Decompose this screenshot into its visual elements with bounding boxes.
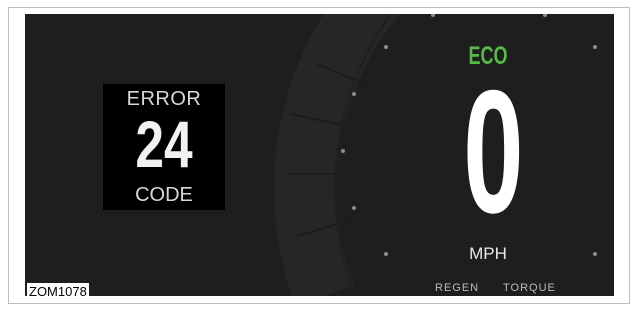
tick-dot <box>593 45 597 49</box>
figure-reference-label: ZOM1078 <box>27 283 89 300</box>
tick-dot <box>384 45 388 49</box>
code-label: CODE <box>135 184 193 206</box>
speed-unit: MPH <box>469 244 507 263</box>
regen-label: REGEN <box>435 282 480 294</box>
instrument-display: ERROR 24 CODE ECO 0 MPH REGEN TORQUE <box>25 14 614 296</box>
tick-dot <box>543 14 547 17</box>
tick-dot <box>384 252 388 256</box>
speed-readout: 0 <box>463 55 524 250</box>
tick-dot <box>593 252 597 256</box>
tick-dot <box>352 92 356 96</box>
error-code-number: 24 <box>135 107 193 181</box>
tick-dot <box>431 14 435 17</box>
error-code-panel: ERROR 24 CODE <box>103 84 225 210</box>
tick-dot <box>352 206 356 210</box>
torque-label: TORQUE <box>503 282 556 294</box>
tick-dot <box>341 149 345 153</box>
